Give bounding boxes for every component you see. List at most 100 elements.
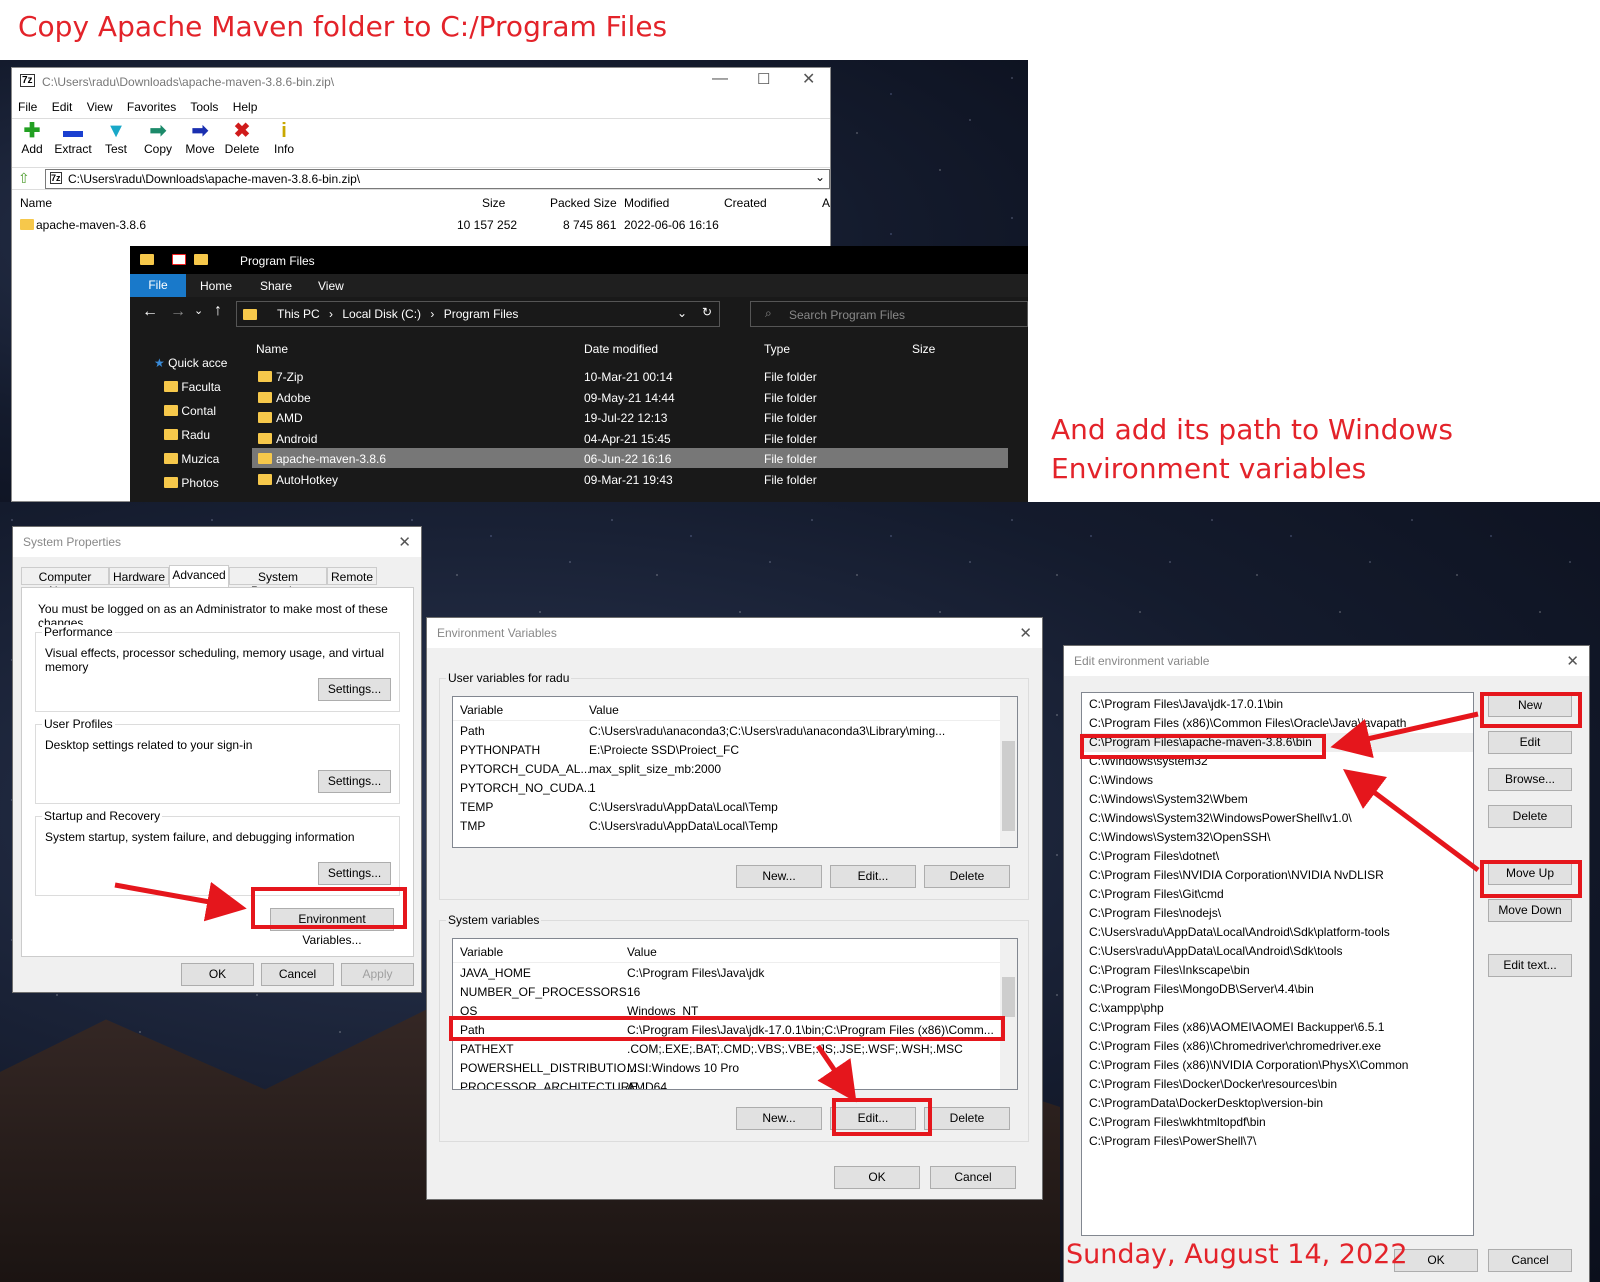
variable-row[interactable]: NUMBER_OF_PROCESSORS 16: [453, 983, 999, 1002]
path-entry[interactable]: C:\Program Files\wkhtmltopdf\bin: [1082, 1113, 1473, 1132]
cancel-button[interactable]: Cancel: [1488, 1249, 1572, 1272]
system-variables-list[interactable]: Variable Value JAVA_HOME C:\Program Files…: [452, 938, 1018, 1090]
ok-button[interactable]: OK: [834, 1166, 920, 1189]
move-down-button[interactable]: Move Down: [1488, 899, 1572, 922]
variable-row[interactable]: POWERSHELL_DISTRIBUTIO... MSI:Windows 10 …: [453, 1059, 999, 1078]
path-entry[interactable]: C:\Program Files (x86)\Common Files\Orac…: [1082, 714, 1473, 733]
nav-item[interactable]: Photos: [164, 476, 219, 490]
ok-button[interactable]: OK: [181, 963, 254, 986]
variable-row[interactable]: PROCESSOR_ARCHITECTURE AMD64: [453, 1078, 999, 1089]
startup-settings-button[interactable]: Settings...: [318, 862, 391, 885]
back-arrow-icon[interactable]: ←: [142, 303, 158, 321]
menu-view[interactable]: View: [87, 100, 113, 114]
file-row[interactable]: 7-Zip 10-Mar-21 00:14 File folder: [252, 366, 1008, 386]
maximize-button[interactable]: ☐: [757, 70, 770, 88]
recent-chevron-icon[interactable]: ⌄: [194, 304, 203, 317]
path-entry[interactable]: C:\Program Files\dotnet\: [1082, 847, 1473, 866]
nav-item[interactable]: Contal: [164, 404, 216, 418]
variable-row[interactable]: Path C:\Users\radu\anaconda3;C:\Users\rad…: [453, 722, 999, 741]
delete-button[interactable]: Delete: [1488, 805, 1572, 828]
tab-computer-name[interactable]: Computer Name: [21, 567, 109, 598]
variable-row[interactable]: PYTHONPATH E:\Proiecte SSD\Proiect_FC: [453, 741, 999, 760]
breadcrumb-this-pc[interactable]: This PC: [277, 307, 320, 321]
search-box[interactable]: ⌕ Search Program Files: [750, 301, 1028, 327]
variable-row[interactable]: PATHEXT .COM;.EXE;.BAT;.CMD;.VBS;.VBE;.JS…: [453, 1040, 999, 1059]
scrollbar[interactable]: [1000, 939, 1017, 1089]
edit-text-button[interactable]: Edit text...: [1488, 954, 1572, 977]
breadcrumb-program-files[interactable]: Program Files: [444, 307, 519, 321]
tool-test[interactable]: ▼ Test: [96, 120, 136, 156]
dropdown-icon[interactable]: ⌄: [815, 170, 825, 184]
close-icon[interactable]: ✕: [398, 533, 411, 551]
tool-copy[interactable]: ➡ Copy: [138, 120, 178, 156]
apply-button[interactable]: Apply: [341, 963, 414, 986]
edit-button[interactable]: Edit: [1488, 731, 1572, 754]
file-row[interactable]: AMD 19-Jul-22 12:13 File folder: [252, 407, 1008, 427]
path-entry[interactable]: C:\Program Files (x86)\NVIDIA Corporatio…: [1082, 1056, 1473, 1075]
breadcrumb-local-disk[interactable]: Local Disk (C:): [342, 307, 421, 321]
address-bar[interactable]: This PC › Local Disk (C:) › Program File…: [236, 301, 720, 327]
ribbon-tab-share[interactable]: Share: [260, 279, 292, 293]
zip-row[interactable]: apache-maven-3.8.6 10 157 252 8 745 861 …: [12, 215, 830, 235]
ribbon-tab-file[interactable]: File: [130, 274, 186, 297]
variable-row[interactable]: JAVA_HOME C:\Program Files\Java\jdk: [453, 964, 999, 983]
file-row[interactable]: Android 04-Apr-21 15:45 File folder: [252, 428, 1008, 448]
tab-remote[interactable]: Remote: [327, 567, 377, 585]
path-entry[interactable]: C:\Program Files\Inkscape\bin: [1082, 961, 1473, 980]
nav-item[interactable]: Radu: [164, 428, 210, 442]
path-entry[interactable]: C:\xampp\php: [1082, 999, 1473, 1018]
path-entry[interactable]: C:\Program Files\nodejs\: [1082, 904, 1473, 923]
variable-row[interactable]: TEMP C:\Users\radu\AppData\Local\Temp: [453, 798, 999, 817]
tool-add[interactable]: ✚ Add: [12, 120, 52, 156]
forward-arrow-icon[interactable]: →: [170, 303, 186, 321]
nav-item[interactable]: Muzica: [164, 452, 219, 466]
tab-hardware[interactable]: Hardware: [109, 567, 169, 585]
menu-help[interactable]: Help: [233, 100, 258, 114]
menu-tools[interactable]: Tools: [190, 100, 218, 114]
close-icon[interactable]: ✕: [1566, 652, 1579, 670]
path-entry[interactable]: C:\Windows\System32\OpenSSH\: [1082, 828, 1473, 847]
path-entry[interactable]: C:\Program Files (x86)\AOMEI\AOMEI Backu…: [1082, 1018, 1473, 1037]
menu-edit[interactable]: Edit: [52, 100, 73, 114]
user-variables-list[interactable]: Variable Value Path C:\Users\radu\anacond…: [452, 696, 1018, 848]
path-entry[interactable]: C:\Program Files\Java\jdk-17.0.1\bin: [1082, 695, 1473, 714]
tool-move[interactable]: ➡ Move: [180, 120, 220, 156]
close-icon[interactable]: ✕: [1019, 624, 1032, 642]
variable-row[interactable]: TMP C:\Users\radu\AppData\Local\Temp: [453, 817, 999, 836]
up-folder-icon[interactable]: ⇧: [18, 170, 30, 187]
file-row[interactable]: apache-maven-3.8.6 06-Jun-22 16:16 File fo…: [252, 448, 1008, 469]
path-entry[interactable]: C:\Windows\System32\Wbem: [1082, 790, 1473, 809]
tab-system-protection[interactable]: System Protection: [229, 567, 327, 598]
user-edit-button[interactable]: Edit...: [830, 865, 916, 888]
cancel-button[interactable]: Cancel: [930, 1166, 1016, 1189]
path-entry[interactable]: C:\Program Files (x86)\Chromedriver\chro…: [1082, 1037, 1473, 1056]
close-button[interactable]: ✕: [802, 69, 815, 89]
zip-path-input[interactable]: 7z C:\Users\radu\Downloads\apache-maven-…: [45, 169, 830, 189]
file-row[interactable]: Adobe 09-May-21 14:44 File folder: [252, 387, 1008, 407]
minimize-button[interactable]: —: [712, 70, 728, 88]
path-entry[interactable]: C:\Windows\System32\WindowsPowerShell\v1…: [1082, 809, 1473, 828]
menu-favorites[interactable]: Favorites: [127, 100, 176, 114]
tab-advanced[interactable]: Advanced: [169, 565, 229, 587]
chevron-down-icon[interactable]: ⌄: [677, 306, 687, 320]
up-arrow-icon[interactable]: ↑: [214, 302, 222, 320]
tool-info[interactable]: i Info: [264, 120, 304, 156]
ribbon-tab-home[interactable]: Home: [200, 279, 232, 293]
tool-extract[interactable]: ▬ Extract: [53, 120, 93, 156]
profiles-settings-button[interactable]: Settings...: [318, 770, 391, 793]
path-entries-list[interactable]: C:\Program Files\Java\jdk-17.0.1\bin C:\P…: [1081, 692, 1474, 1236]
menu-file[interactable]: File: [18, 100, 37, 114]
user-delete-button[interactable]: Delete: [924, 865, 1010, 888]
file-row[interactable]: AutoHotkey 09-Mar-21 19:43 File folder: [252, 469, 1008, 489]
browse-button[interactable]: Browse...: [1488, 768, 1572, 791]
performance-settings-button[interactable]: Settings...: [318, 678, 391, 701]
cancel-button[interactable]: Cancel: [261, 963, 334, 986]
path-entry[interactable]: C:\Users\radu\AppData\Local\Android\Sdk\…: [1082, 923, 1473, 942]
path-entry[interactable]: C:\Program Files\NVIDIA Corporation\NVID…: [1082, 866, 1473, 885]
path-entry[interactable]: C:\Program Files\MongoDB\Server\4.4\bin: [1082, 980, 1473, 999]
path-entry[interactable]: C:\Program Files\Docker\Docker\resources…: [1082, 1075, 1473, 1094]
path-entry[interactable]: C:\Users\radu\AppData\Local\Android\Sdk\…: [1082, 942, 1473, 961]
nav-item[interactable]: Faculta: [164, 380, 221, 394]
nav-quick-access[interactable]: ★ Quick acce: [154, 356, 227, 370]
path-entry[interactable]: C:\Windows: [1082, 771, 1473, 790]
